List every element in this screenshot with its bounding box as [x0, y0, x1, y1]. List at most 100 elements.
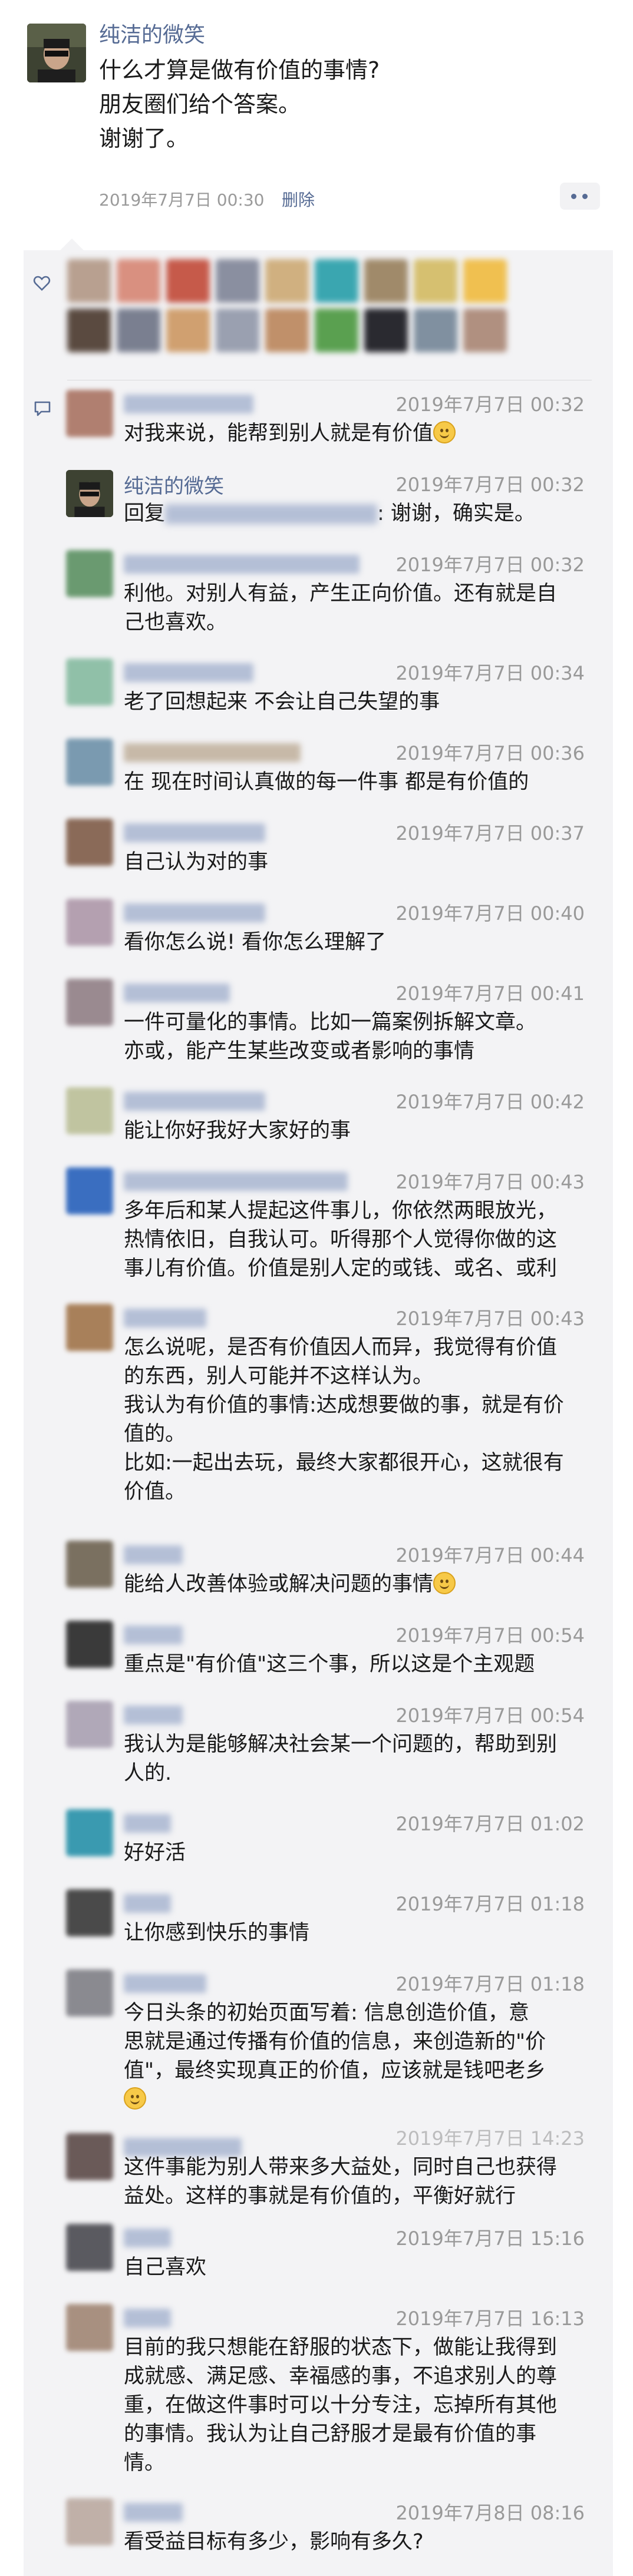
commenter-avatar[interactable] — [66, 658, 113, 706]
liker-avatar[interactable] — [364, 259, 408, 303]
comment-line: 在 现在时间认真做的每一件事 都是有价值的 — [124, 770, 529, 794]
comment-timestamp: 2019年7月7日 00:44 — [395, 1544, 585, 1567]
commenter-avatar[interactable] — [66, 739, 113, 786]
comment-timestamp: 2019年7月8日 08:16 — [395, 2502, 585, 2524]
more-dots-icon[interactable] — [560, 183, 600, 210]
commenter-name[interactable]: 纯洁的微笑 — [124, 470, 224, 499]
commenter-avatar[interactable] — [66, 1969, 113, 2017]
commenter-avatar[interactable] — [66, 2133, 113, 2180]
liker-avatar[interactable] — [67, 309, 111, 352]
commenter-name-blurred[interactable] — [124, 1974, 206, 1993]
commenter-name-blurred[interactable] — [124, 395, 253, 413]
commenter-avatar[interactable] — [66, 1087, 113, 1134]
commenter-avatar[interactable] — [66, 2498, 113, 2545]
comment-timestamp: 2019年7月7日 14:23 — [395, 2127, 585, 2150]
liker-avatar[interactable] — [166, 309, 210, 352]
liker-avatar[interactable] — [364, 309, 408, 352]
commenter-name-blurred[interactable] — [124, 823, 265, 842]
liker-avatar[interactable] — [463, 259, 507, 303]
commenter-name-blurred[interactable] — [124, 2229, 171, 2247]
reply-prefix: 回复 — [124, 502, 166, 525]
commenter-name-blurred[interactable] — [124, 1172, 348, 1191]
liker-avatar[interactable] — [315, 259, 358, 303]
comment-line: 事儿有价值。价值是别人定的或钱、或名、或利 — [124, 1257, 558, 1280]
comment-line: 怎么说呢，是否有价值因人而异，我觉得有价值 — [124, 1336, 558, 1359]
liker-avatar[interactable] — [216, 259, 259, 303]
commenter-name-blurred[interactable] — [124, 1309, 206, 1327]
liker-avatar[interactable] — [216, 309, 259, 352]
commenter-avatar[interactable] — [66, 1621, 113, 1668]
commenter-avatar[interactable] — [66, 979, 113, 1026]
commenter-name-blurred[interactable] — [124, 743, 301, 762]
comment-text: 一件可量化的事情。比如一篇案例拆解文章。 亦或，能产生某些改变或者影响的事情 — [124, 1008, 583, 1066]
commenter-name-blurred[interactable] — [124, 1894, 171, 1913]
comment-line: 值"，最终实现真正的价值，应该就是钱吧老乡 — [124, 2059, 546, 2082]
commenter-avatar[interactable] — [66, 1541, 113, 1588]
comment-timestamp: 2019年7月7日 00:43 — [395, 1171, 585, 1193]
liker-avatar[interactable] — [117, 259, 160, 303]
comment-line: 重点是"有价值"这三个事，所以这是个主观题 — [124, 1653, 535, 1676]
post-timestamp: 2019年7月7日 00:30 — [99, 190, 265, 210]
comment-line: 的事情。我认为让自己舒服才是最有价值的事 — [124, 2422, 537, 2446]
comment-timestamp: 2019年7月7日 00:32 — [395, 554, 585, 576]
commenter-avatar[interactable] — [66, 1304, 113, 1351]
commenter-avatar[interactable] — [66, 2224, 113, 2271]
commenter-name-blurred[interactable] — [124, 984, 230, 1002]
comment-line: 情。 — [124, 2451, 166, 2475]
liker-avatar[interactable] — [414, 309, 457, 352]
comment-line: 看受益目标有多少，影响有多久? — [124, 2530, 424, 2554]
commenter-name-blurred[interactable] — [124, 1706, 183, 1724]
commenter-name-blurred[interactable] — [124, 2309, 171, 2327]
liker-avatar[interactable] — [67, 259, 111, 303]
liker-avatar[interactable] — [166, 259, 210, 303]
comment-line: 亦或，能产生某些改变或者影响的事情 — [124, 1039, 475, 1063]
comment-line: 自己认为对的事 — [124, 850, 269, 874]
reply-target-blurred[interactable] — [165, 504, 378, 524]
comment-text: 我认为是能够解决社会某一个问题的，帮助到别 人的. — [124, 1730, 583, 1788]
liker-avatar[interactable] — [265, 309, 309, 352]
commenter-name-blurred[interactable] — [124, 1545, 183, 1564]
commenter-avatar[interactable] — [66, 390, 113, 437]
comment-line: 价值。 — [124, 1480, 186, 1504]
post-text-line: 谢谢了。 — [99, 125, 189, 151]
commenter-name-blurred[interactable] — [124, 663, 253, 682]
comment-line: : 谢谢，确实是。 — [377, 502, 535, 525]
comment-text: 好好活 — [124, 1839, 583, 1868]
commenter-avatar[interactable] — [66, 550, 113, 597]
comment-line: 让你感到快乐的事情 — [124, 1921, 310, 1945]
comment-line: 己也喜欢。 — [124, 611, 228, 634]
commenter-avatar[interactable] — [66, 1889, 113, 1936]
comment-text: 目前的我只想能在舒服的状态下，做能让我得到 成就感、满足感、幸福感的事，不追求别… — [124, 2333, 583, 2478]
liker-avatar[interactable] — [265, 259, 309, 303]
commenter-avatar[interactable] — [66, 1701, 113, 1748]
liker-avatar[interactable] — [315, 309, 358, 352]
author-avatar[interactable] — [27, 24, 86, 82]
comment-line: 比如:一起出去玩，最终大家都很开心，这就很有 — [124, 1451, 564, 1475]
commenter-name-blurred[interactable] — [124, 1092, 265, 1111]
comment-timestamp: 2019年7月7日 00:32 — [395, 393, 585, 416]
comment-timestamp: 2019年7月7日 00:37 — [395, 822, 585, 845]
commenter-avatar[interactable] — [66, 819, 113, 866]
commenter-avatar[interactable] — [66, 2304, 113, 2351]
commenter-name-blurred[interactable] — [124, 1814, 171, 1833]
author-name[interactable]: 纯洁的微笑 — [99, 18, 205, 48]
comment-line: 我认为是能够解决社会某一个问题的，帮助到别 — [124, 1733, 558, 1756]
liker-avatar[interactable] — [414, 259, 457, 303]
comment-line: 的东西，别人可能并不这样认为。 — [124, 1365, 434, 1388]
commenter-avatar[interactable] — [66, 1809, 113, 1856]
comment-line: 能给人改善体验或解决问题的事情 — [124, 1572, 434, 1596]
commenter-name-blurred[interactable] — [124, 1625, 183, 1644]
comment-bubble-icon — [34, 401, 51, 416]
comment-text: 多年后和某人提起这件事儿，你依然两眼放光， 热情依旧，自我认可。听得那个人觉得你… — [124, 1197, 583, 1283]
commenter-name-blurred[interactable] — [124, 2503, 183, 2522]
commenter-avatar[interactable] — [66, 1167, 113, 1214]
delete-link[interactable]: 删除 — [282, 187, 315, 211]
commenter-avatar[interactable] — [66, 899, 113, 946]
liker-avatar[interactable] — [117, 309, 160, 352]
commenter-avatar[interactable] — [66, 470, 113, 517]
comment-text: 自己认为对的事 — [124, 848, 583, 877]
commenter-name-blurred[interactable] — [124, 903, 265, 922]
comment-text: 今日头条的初始页面写着: 信息创造价值，意 思就是通过传播有价值的信息，来创造新… — [124, 1999, 583, 2114]
commenter-name-blurred[interactable] — [124, 555, 360, 574]
liker-avatar[interactable] — [463, 309, 507, 352]
